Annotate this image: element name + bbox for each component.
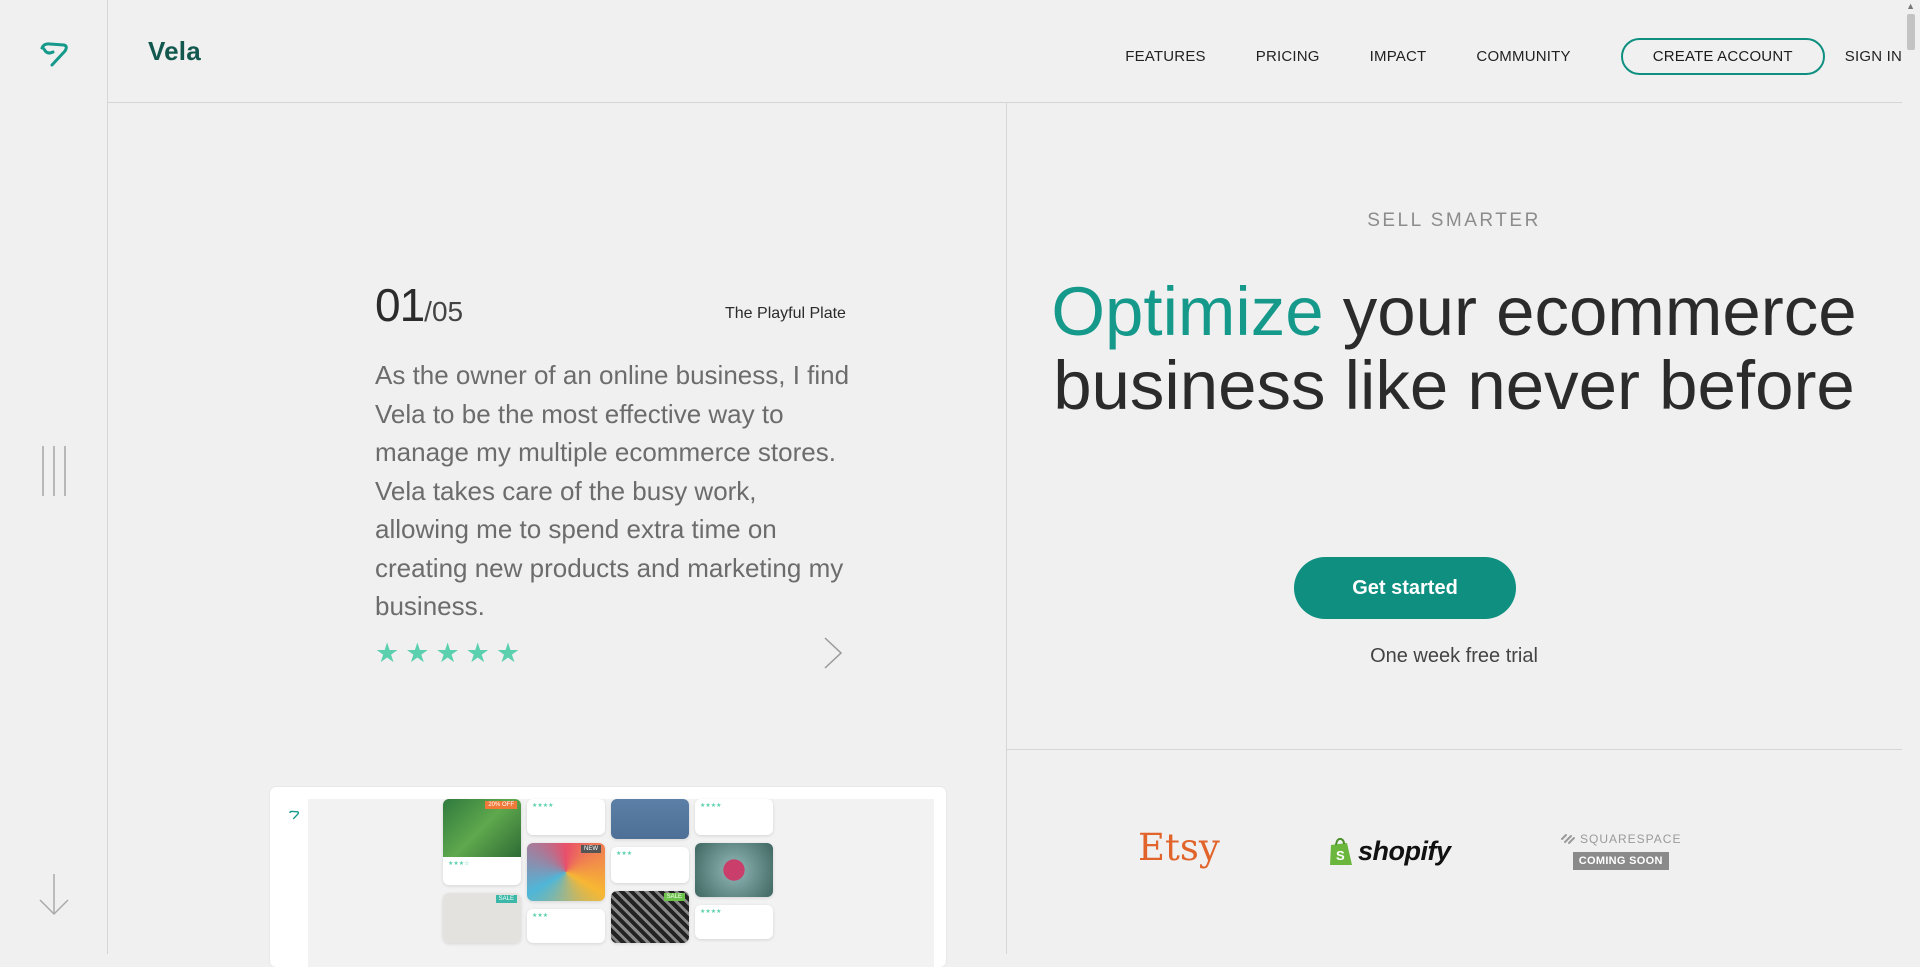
scroll-down-arrow-icon[interactable] <box>36 872 72 921</box>
product-grid: 20% OFF ★★★☆ SALE ★★★★ NEW ★★★ ★★★ SALE … <box>308 799 934 967</box>
next-testimonial-chevron-icon[interactable] <box>822 636 844 675</box>
star-icon: ★ <box>465 638 490 668</box>
top-header: Vela FEATURES PRICING IMPACT COMMUNITY C… <box>108 0 1902 103</box>
coming-soon-badge: COMING SOON <box>1572 852 1669 870</box>
product-card: ★★★ <box>527 909 605 943</box>
product-card: ★★★★ <box>695 799 773 835</box>
testimonial-index: 01 <box>375 279 425 331</box>
section-divider <box>1006 749 1902 750</box>
scroll-up-arrow-icon[interactable]: ▲ <box>1906 1 1915 11</box>
product-card: SALE <box>443 893 521 943</box>
product-card: SALE <box>611 891 689 943</box>
shopify-logo: S shopify <box>1328 836 1451 867</box>
new-badge: NEW <box>581 845 601 853</box>
trial-note: One week free trial <box>1370 645 1538 667</box>
testimonial-counter: 01/05 <box>375 278 463 332</box>
shopify-bag-icon: S <box>1330 837 1352 865</box>
star-icon: ★ <box>375 638 400 668</box>
vela-logo-icon[interactable] <box>38 40 70 73</box>
vela-logo-icon <box>288 807 300 825</box>
svg-text:S: S <box>1336 848 1345 863</box>
squarespace-logo: SQUARESPACE COMING SOON <box>1560 832 1681 870</box>
nav-features[interactable]: FEATURES <box>1125 48 1206 65</box>
testimonial-total: /05 <box>424 296 464 327</box>
hero-eyebrow: SELL SMARTER <box>1367 210 1541 231</box>
left-rail <box>0 0 108 954</box>
nav-pricing[interactable]: PRICING <box>1256 48 1320 65</box>
star-icon: ★ <box>435 638 460 668</box>
brand-name[interactable]: Vela <box>148 36 201 67</box>
star-icon: ★ <box>495 638 521 668</box>
discount-badge: 20% OFF <box>485 801 517 809</box>
product-card: ★★★ <box>611 847 689 883</box>
squarespace-icon <box>1561 834 1575 844</box>
etsy-logo: Etsy <box>1138 826 1220 869</box>
hero-headline: Optimize your ecommerce business like ne… <box>1006 275 1902 423</box>
rating-stars: ★ ★ ★ ★ ★ <box>375 640 520 667</box>
squarespace-wordmark: SQUARESPACE <box>1580 832 1682 846</box>
product-card: ★★★★ <box>527 799 605 835</box>
app-preview: 20% OFF ★★★☆ SALE ★★★★ NEW ★★★ ★★★ SALE … <box>270 787 946 967</box>
product-card <box>695 843 773 897</box>
sale-badge: SALE <box>663 893 685 901</box>
create-account-button[interactable]: CREATE ACCOUNT <box>1620 38 1825 75</box>
testimonial-quote: As the owner of an online business, I fi… <box>375 360 850 621</box>
scrollbar-thumb[interactable] <box>1907 14 1915 50</box>
shopify-wordmark: shopify <box>1358 836 1451 866</box>
sale-badge: SALE <box>495 895 517 903</box>
product-card: 20% OFF ★★★☆ <box>443 799 521 885</box>
product-card <box>611 799 689 839</box>
product-card: NEW <box>527 843 605 901</box>
main-nav: FEATURES PRICING IMPACT COMMUNITY CREATE… <box>1075 38 1902 75</box>
slide-indicator-icon[interactable] <box>42 446 66 496</box>
nav-impact[interactable]: IMPACT <box>1370 48 1427 65</box>
get-started-button[interactable]: Get started <box>1294 557 1516 619</box>
sign-in-link[interactable]: SIGN IN <box>1845 48 1902 65</box>
testimonial-author: The Playful Plate <box>725 305 846 322</box>
star-icon: ★ <box>405 638 430 668</box>
product-card: ★★★★ <box>695 905 773 939</box>
nav-community[interactable]: COMMUNITY <box>1476 48 1570 65</box>
headline-accent: Optimize <box>1051 273 1324 350</box>
scrollbar[interactable]: ▲ <box>1902 0 1920 954</box>
